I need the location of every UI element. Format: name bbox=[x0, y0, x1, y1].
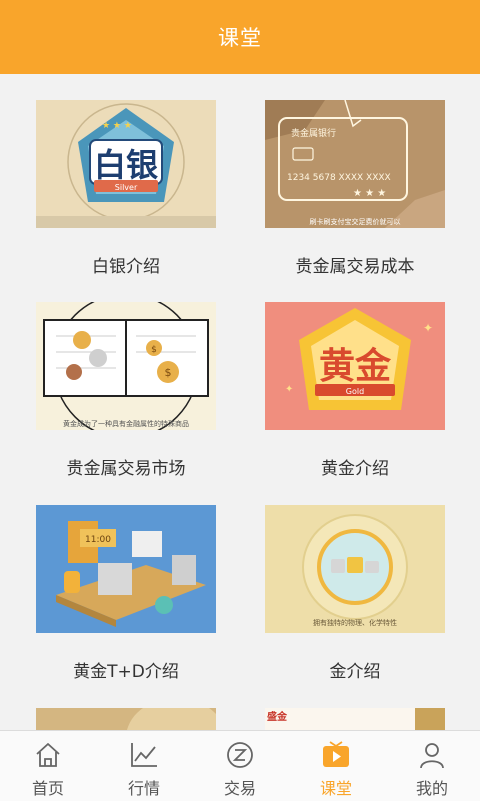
lesson-thumbnail[interactable]: 贵金属银行 1234 5678 XXXX XXXX ★ ★ ★ 刷卡刷支付宝交足… bbox=[265, 100, 445, 228]
badge-text: 黄金 bbox=[319, 345, 392, 387]
tab-label: 首页 bbox=[31, 779, 64, 798]
card-text: 贵金属银行 bbox=[291, 127, 336, 139]
lesson-thumbnail[interactable] bbox=[36, 708, 216, 730]
clock-text: 11:00 bbox=[85, 535, 111, 545]
tab-classroom[interactable]: 课堂 bbox=[288, 731, 384, 801]
thumb-subtitle: 拥有独特的物理、化学特性 bbox=[313, 618, 397, 627]
svg-text:$: $ bbox=[151, 345, 157, 355]
tab-trade[interactable]: 交易 bbox=[192, 731, 288, 801]
corner-text: 盛金 bbox=[267, 710, 288, 723]
thumb-subtitle: 刷卡刷支付宝交足费价就可以 bbox=[310, 217, 401, 226]
badge-subtext: Gold bbox=[346, 387, 364, 396]
svg-text:$: $ bbox=[165, 366, 172, 379]
home-icon bbox=[36, 743, 60, 767]
lesson-thumbnail[interactable]: 拥有独特的物理、化学特性 bbox=[265, 505, 445, 633]
lesson-title[interactable]: 黄金介绍 bbox=[265, 454, 445, 479]
lesson-thumbnail[interactable]: 白银 Silver ★ ★ ★ bbox=[36, 100, 216, 228]
bottom-tab-bar: 首页 行情 交易 课堂 我的 bbox=[0, 730, 480, 801]
tab-label: 课堂 bbox=[319, 779, 352, 798]
tab-label: 行情 bbox=[127, 779, 160, 798]
lesson-thumbnail[interactable]: 盛金 bbox=[265, 708, 445, 730]
lesson-title[interactable]: 贵金属交易市场 bbox=[36, 454, 216, 479]
user-icon bbox=[420, 743, 444, 769]
lesson-title[interactable]: 金介绍 bbox=[265, 657, 445, 682]
tab-market[interactable]: 行情 bbox=[96, 731, 192, 801]
tab-home[interactable]: 首页 bbox=[0, 731, 96, 801]
svg-text:✦: ✦ bbox=[423, 321, 433, 335]
tab-mine[interactable]: 我的 bbox=[384, 731, 480, 801]
tab-label: 交易 bbox=[223, 779, 256, 798]
page-title: 课堂 bbox=[218, 26, 262, 50]
badge-subtext: Silver bbox=[115, 183, 138, 192]
svg-text:★ ★ ★: ★ ★ ★ bbox=[102, 121, 132, 131]
lesson-thumbnail[interactable]: 11:00 bbox=[36, 505, 216, 633]
lesson-title[interactable]: 白银介绍 bbox=[36, 252, 216, 277]
lesson-thumbnail[interactable]: $ $ 黄金成为了一种具有金融属性的特殊商品 bbox=[36, 302, 216, 430]
tab-label: 我的 bbox=[415, 779, 448, 798]
app-header: 课堂 bbox=[0, 0, 480, 74]
card-number: 1234 5678 XXXX XXXX bbox=[287, 173, 391, 183]
svg-text:✦: ✦ bbox=[285, 384, 293, 395]
chart-line-icon bbox=[131, 743, 157, 767]
thumb-subtitle: 黄金成为了一种具有金融属性的特殊商品 bbox=[63, 419, 189, 428]
lesson-grid[interactable]: 白银 Silver ★ ★ ★ 白银介绍 贵金属银行 1234 5678 XXX… bbox=[0, 74, 480, 730]
badge-text: 白银 bbox=[94, 146, 158, 184]
svg-text:★ ★ ★: ★ ★ ★ bbox=[353, 188, 386, 199]
lesson-title[interactable]: 贵金属交易成本 bbox=[265, 252, 445, 277]
play-tv-icon bbox=[323, 741, 349, 767]
lesson-title[interactable]: 黄金T+D介绍 bbox=[36, 657, 216, 682]
trade-z-icon bbox=[227, 742, 253, 768]
lesson-thumbnail[interactable]: 黄金 Gold ✦ ✦ bbox=[265, 302, 445, 430]
